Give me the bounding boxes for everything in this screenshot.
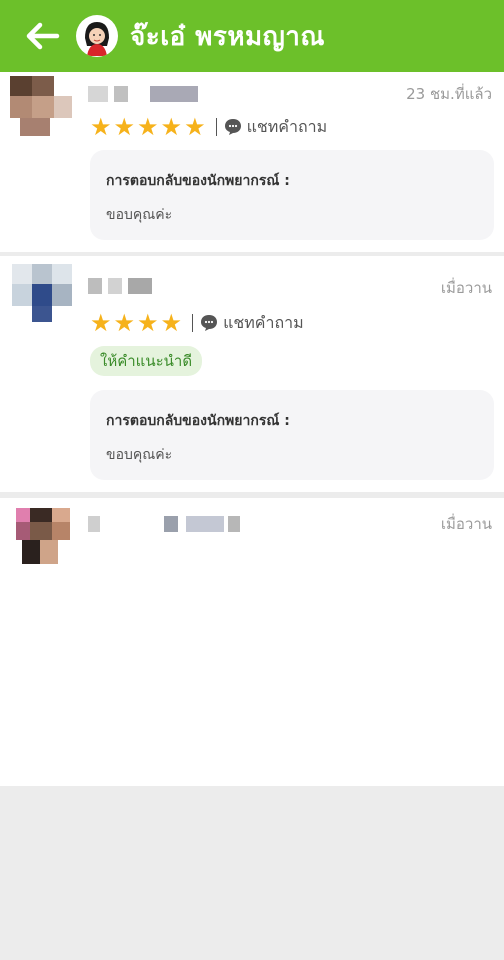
- reviewer-avatar: [16, 508, 78, 570]
- reviewer-name: [88, 86, 208, 102]
- reply-label: การตอบกลับของนักพยากรณ์ :: [106, 413, 290, 429]
- review-card-highlighted: เมื่อวาน: [0, 498, 504, 786]
- chat-bubble-icon: [201, 315, 218, 331]
- reply-box: การตอบกลับของนักพยากรณ์ : ขอบคุณค่ะ: [90, 390, 494, 480]
- star-icon: ★: [137, 113, 159, 141]
- rating-row: ★ ★ ★ ★ ★ แชทคำถาม: [90, 114, 327, 140]
- reply-box: การตอบกลับของนักพยากรณ์ : ขอบคุณค่ะ: [90, 150, 494, 240]
- review-tag: ให้คำแนะนำดี: [90, 346, 203, 376]
- review-time: 23 ชม.ที่แล้ว: [406, 85, 492, 103]
- reply-label: การตอบกลับของนักพยากรณ์ :: [106, 173, 290, 189]
- review-time: เมื่อวาน: [440, 515, 492, 533]
- reviewer-avatar: [10, 76, 72, 138]
- review-time: เมื่อวาน: [440, 279, 492, 297]
- star-rating: ★ ★ ★ ★ ★: [90, 115, 206, 139]
- divider: [192, 314, 194, 332]
- reviewer-name: [88, 516, 258, 532]
- divider: [215, 118, 217, 136]
- astrologer-avatar[interactable]: [76, 15, 118, 57]
- star-icon: ★: [160, 113, 183, 141]
- back-arrow-icon[interactable]: [26, 16, 66, 56]
- star-icon: ★: [137, 309, 159, 337]
- page-title: จ๊ะเอ๋ พรหมญาณ: [130, 21, 326, 52]
- rating-row: ★ ★ ★ ★ แชทคำถาม: [90, 310, 304, 336]
- reviewer-name: [88, 278, 168, 294]
- reviewer-avatar: [12, 264, 74, 326]
- star-rating: ★ ★ ★ ★: [90, 311, 182, 335]
- review-card: 23 ชม.ที่แล้ว ★ ★ ★ ★ ★ แชทคำถาม การตอบก…: [0, 72, 504, 252]
- star-icon: ★: [160, 309, 183, 337]
- star-icon: ★: [184, 113, 206, 141]
- chat-bubble-icon: [224, 119, 241, 135]
- reply-text: ขอบคุณค่ะ: [106, 447, 173, 463]
- star-icon: ★: [113, 113, 136, 141]
- star-icon: ★: [90, 113, 112, 141]
- reply-text: ขอบคุณค่ะ: [106, 207, 173, 223]
- app-header: จ๊ะเอ๋ พรหมญาณ: [0, 0, 504, 72]
- chat-question-label: แชทคำถาม: [223, 312, 304, 332]
- star-icon: ★: [113, 309, 136, 337]
- chat-question-label: แชทคำถาม: [246, 116, 328, 136]
- review-card: เมื่อวาน ★ ★ ★ ★ แชทคำถาม ให้คำแนะนำดี ก…: [0, 256, 504, 492]
- star-icon: ★: [90, 309, 112, 337]
